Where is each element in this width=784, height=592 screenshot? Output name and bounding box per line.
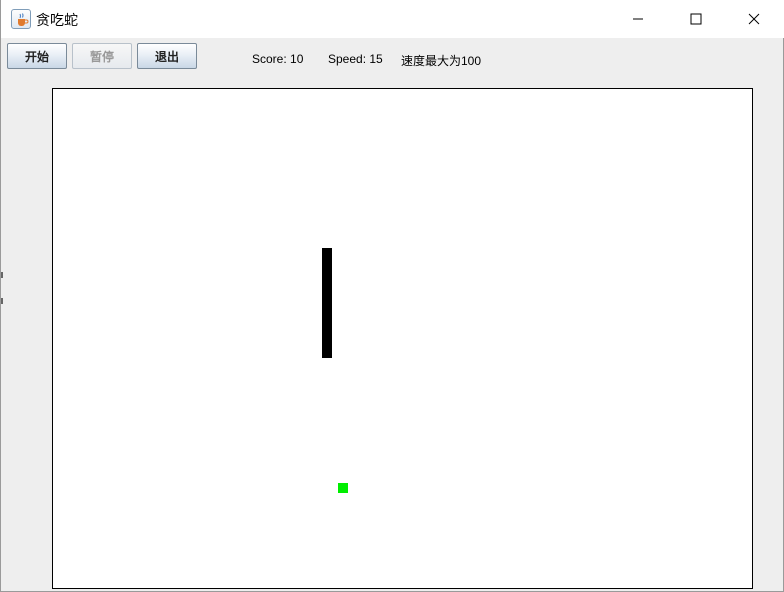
- score-label: Score: 10: [252, 52, 304, 66]
- minimize-button[interactable]: [615, 0, 661, 38]
- close-icon: [748, 13, 760, 25]
- window-title: 贪吃蛇: [36, 13, 78, 29]
- pause-button[interactable]: 暂停: [72, 43, 132, 69]
- speed-label: Speed: 15: [328, 52, 383, 66]
- maximize-button[interactable]: [673, 0, 719, 38]
- exit-button[interactable]: 退出: [137, 43, 197, 69]
- food-pellet: [338, 483, 348, 493]
- maximize-icon: [690, 13, 702, 25]
- game-window: 贪吃蛇 开始 暂停 退出 Score: 10 Speed: 15 速度最大为10…: [0, 0, 784, 592]
- title-bar[interactable]: 贪吃蛇: [1, 0, 784, 38]
- close-button[interactable]: [731, 0, 777, 38]
- speed-limit-note: 速度最大为100: [401, 54, 482, 68]
- minimize-icon: [633, 18, 643, 20]
- window-edge-mark: [1, 298, 3, 304]
- game-board[interactable]: [52, 88, 753, 589]
- start-button[interactable]: 开始: [7, 43, 67, 69]
- java-cup-icon: [11, 9, 31, 29]
- snake-body: [322, 248, 332, 358]
- window-edge-mark: [1, 272, 3, 278]
